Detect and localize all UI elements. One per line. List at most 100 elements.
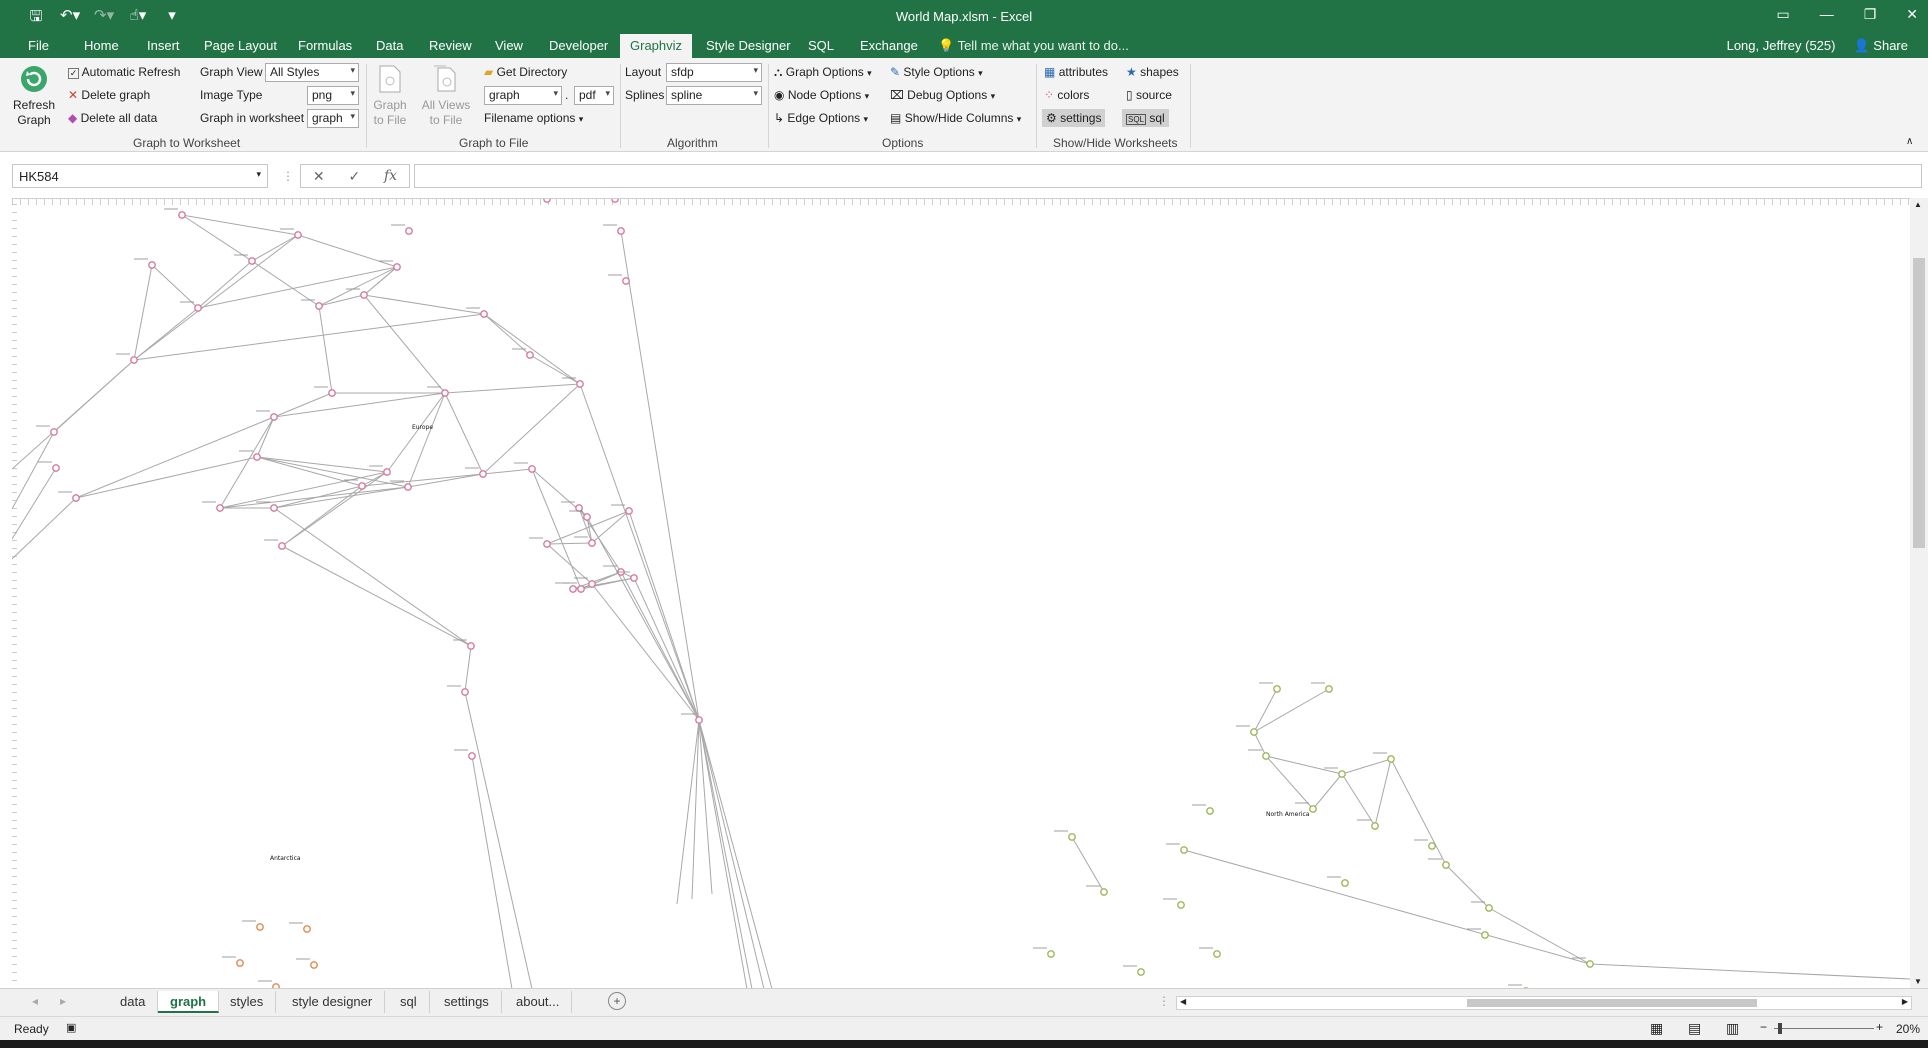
- tab-graphviz[interactable]: Graphviz: [620, 34, 693, 58]
- node-europe[interactable]: [588, 539, 596, 547]
- scroll-down-icon[interactable]: ▼: [1914, 977, 1922, 986]
- node-north-america[interactable]: [1047, 950, 1055, 958]
- horizontal-scroll-thumb[interactable]: [1467, 999, 1757, 1007]
- node-europe[interactable]: [441, 389, 449, 397]
- node-north-america[interactable]: [1338, 770, 1346, 778]
- node-antarctica[interactable]: [310, 961, 318, 969]
- node-europe[interactable]: [569, 585, 577, 593]
- sheet-tab-settings[interactable]: settings: [432, 991, 502, 1013]
- node-europe[interactable]: [294, 231, 302, 239]
- image-type-select[interactable]: png: [307, 86, 359, 105]
- tab-style-designer[interactable]: Style Designer: [706, 38, 791, 53]
- zoom-out-icon[interactable]: −: [1760, 1020, 1767, 1034]
- enter-icon[interactable]: ✓: [348, 168, 360, 185]
- node-europe[interactable]: [253, 453, 261, 461]
- node-europe[interactable]: [461, 688, 469, 696]
- node-options-button[interactable]: ◉ Node Options ▾: [774, 88, 869, 102]
- node-europe[interactable]: [148, 261, 156, 269]
- node-europe[interactable]: [194, 304, 202, 312]
- zoom-level[interactable]: 20%: [1896, 1022, 1920, 1036]
- horizontal-scrollbar[interactable]: ◀ ▶: [1176, 996, 1912, 1010]
- node-europe[interactable]: [405, 227, 413, 235]
- node-europe[interactable]: [270, 504, 278, 512]
- style-options-button[interactable]: ✎ Style Options ▾: [890, 65, 983, 79]
- vertical-scroll-thumb[interactable]: [1913, 258, 1925, 548]
- node-europe[interactable]: [576, 380, 584, 388]
- sql-button[interactable]: SQL sql: [1122, 109, 1169, 127]
- node-europe[interactable]: [480, 310, 488, 318]
- normal-view-icon[interactable]: ▦: [1650, 1020, 1663, 1037]
- zoom-slider-thumb[interactable]: [1778, 1023, 1782, 1034]
- node-antarctica[interactable]: [303, 925, 311, 933]
- graph-options-button[interactable]: ⛬ Graph Options ▾: [774, 65, 872, 80]
- node-north-america[interactable]: [1371, 822, 1379, 830]
- node-north-america[interactable]: [1485, 904, 1493, 912]
- node-europe[interactable]: [625, 507, 633, 515]
- node-north-america[interactable]: [1206, 807, 1214, 815]
- tab-review[interactable]: Review: [429, 38, 472, 53]
- node-europe[interactable]: [543, 199, 551, 203]
- node-north-america[interactable]: [1250, 728, 1258, 736]
- vertical-scrollbar[interactable]: ▲ ▼: [1910, 198, 1928, 988]
- shapes-button[interactable]: ★ shapes: [1126, 65, 1179, 79]
- node-europe[interactable]: [695, 716, 703, 724]
- worksheet-area[interactable]: Europe North America Antarctica: [12, 198, 1910, 988]
- insert-function-button[interactable]: fx: [384, 168, 397, 184]
- filename-input[interactable]: graph: [484, 86, 562, 105]
- tell-me-box[interactable]: 💡 Tell me what you want to do...: [938, 38, 1129, 54]
- node-north-america[interactable]: [1387, 755, 1395, 763]
- node-europe[interactable]: [328, 389, 336, 397]
- graph-view-select[interactable]: All Styles: [265, 63, 359, 82]
- node-europe[interactable]: [278, 542, 286, 550]
- tab-sql[interactable]: SQL: [808, 38, 834, 53]
- tab-page-layout[interactable]: Page Layout: [204, 38, 277, 53]
- node-north-america[interactable]: [1442, 861, 1450, 869]
- node-europe[interactable]: [404, 483, 412, 491]
- node-europe[interactable]: [577, 585, 585, 593]
- node-europe[interactable]: [617, 227, 625, 235]
- node-north-america[interactable]: [1325, 685, 1333, 693]
- add-sheet-icon[interactable]: +: [608, 992, 626, 1010]
- node-europe[interactable]: [248, 257, 256, 265]
- node-north-america[interactable]: [1137, 968, 1145, 976]
- sheet-tab-styles[interactable]: styles: [218, 991, 277, 1013]
- delete-graph-button[interactable]: ✕ Delete graph: [68, 88, 150, 102]
- formula-input[interactable]: [414, 164, 1922, 188]
- tab-insert[interactable]: Insert: [147, 38, 180, 53]
- minimize-icon[interactable]: —: [1820, 6, 1834, 23]
- node-europe[interactable]: [130, 356, 138, 364]
- tab-view[interactable]: View: [495, 38, 523, 53]
- node-europe[interactable]: [360, 291, 368, 299]
- restore-icon[interactable]: ❐: [1864, 6, 1877, 23]
- node-europe[interactable]: [526, 351, 534, 359]
- sheet-tab-style-designer[interactable]: style designer: [280, 991, 386, 1013]
- sheet-tab-graph[interactable]: graph: [158, 991, 220, 1013]
- node-antarctica[interactable]: [256, 923, 264, 931]
- tab-developer[interactable]: Developer: [549, 38, 608, 53]
- sheet-tab-data[interactable]: data: [108, 991, 159, 1013]
- attributes-button[interactable]: ▦ attributes: [1044, 65, 1108, 79]
- close-icon[interactable]: ✕: [1906, 6, 1918, 23]
- show-hide-columns-button[interactable]: ▤ Show/Hide Columns ▾: [890, 111, 1021, 125]
- node-north-america[interactable]: [1177, 901, 1185, 909]
- scroll-left-icon[interactable]: ◀: [1180, 997, 1186, 1006]
- get-directory-button[interactable]: ▰ Get Directory: [484, 65, 567, 79]
- node-north-america[interactable]: [1068, 833, 1076, 841]
- node-north-america[interactable]: [1273, 685, 1281, 693]
- node-antarctica[interactable]: [236, 959, 244, 967]
- scroll-up-icon[interactable]: ▲: [1914, 200, 1922, 209]
- tab-file[interactable]: File: [28, 38, 49, 53]
- node-europe[interactable]: [52, 464, 60, 472]
- tab-exchange[interactable]: Exchange: [860, 38, 918, 53]
- node-europe[interactable]: [393, 263, 401, 271]
- user-name[interactable]: Long, Jeffrey (525): [1727, 38, 1836, 54]
- sheet-tab-sql[interactable]: sql: [388, 991, 430, 1013]
- tab-split-grip-icon[interactable]: ⋮: [1158, 994, 1170, 1008]
- node-north-america[interactable]: [1428, 842, 1436, 850]
- all-views-to-file-button[interactable]: All Views to File: [418, 64, 474, 128]
- edge-options-button[interactable]: ↳ Edge Options ▾: [774, 111, 868, 125]
- node-north-america[interactable]: [1341, 879, 1349, 887]
- node-europe[interactable]: [358, 482, 366, 490]
- graph-to-file-button[interactable]: Graph to File: [370, 64, 410, 128]
- next-sheet-icon[interactable]: ▸: [60, 994, 66, 1008]
